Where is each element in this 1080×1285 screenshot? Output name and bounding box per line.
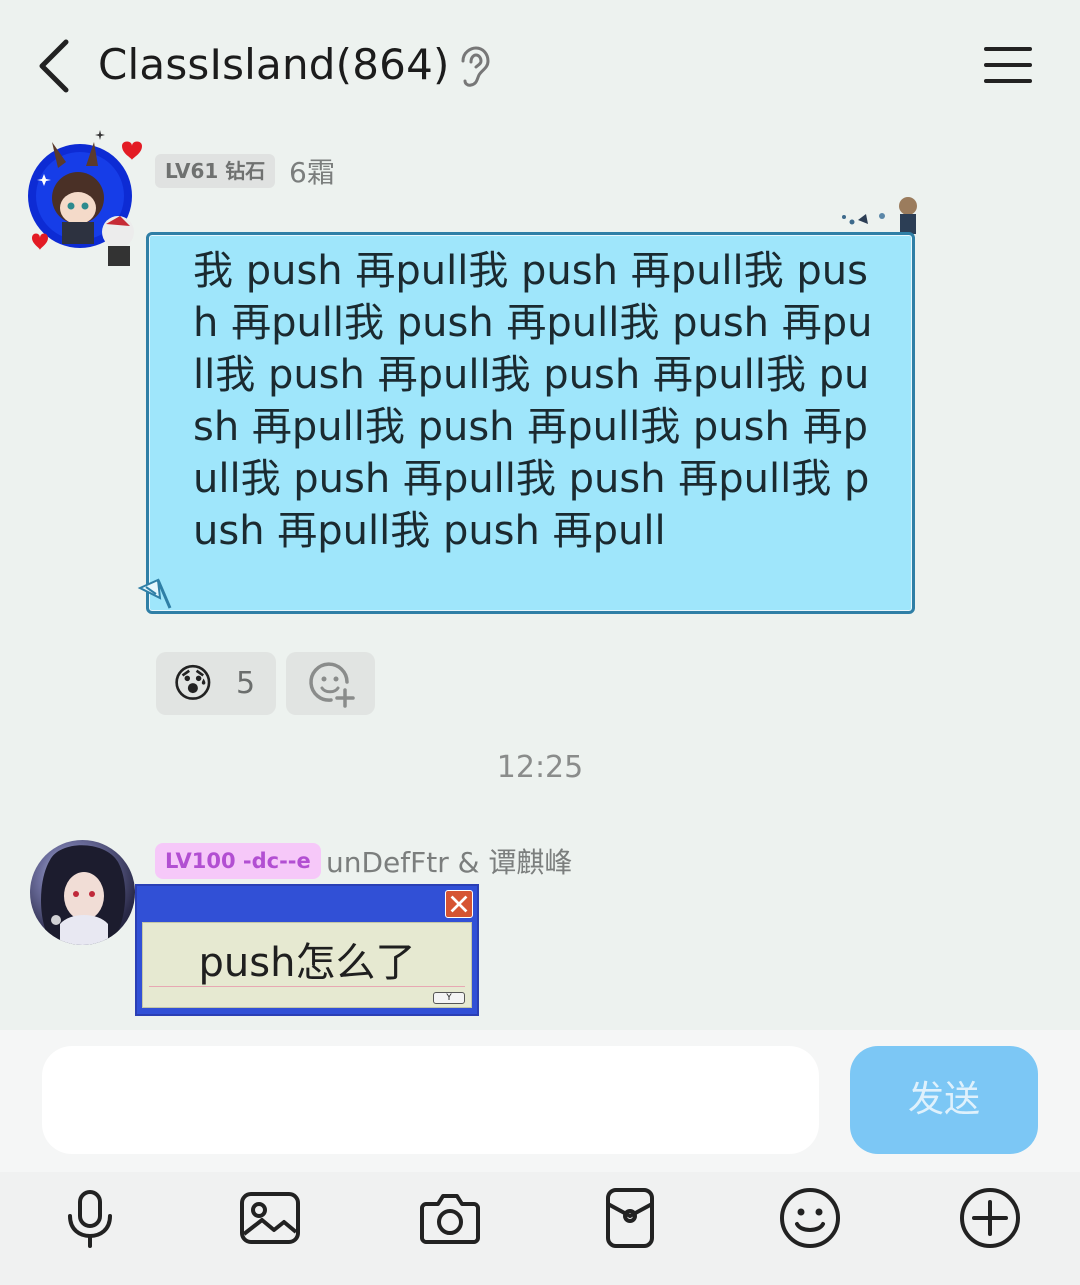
reaction-count: 5 — [236, 666, 256, 701]
level-badge: LV61 钻石 — [155, 154, 276, 188]
emoji-icon[interactable] — [778, 1186, 842, 1250]
reaction-chip[interactable]: 😰 5 — [156, 652, 276, 715]
add-reaction-button[interactable] — [286, 652, 375, 715]
flag-decoration-icon — [137, 578, 172, 609]
red-packet-icon[interactable] — [598, 1186, 662, 1250]
input-bar: 发送 — [0, 1030, 1080, 1172]
avatar-art-icon — [41, 845, 126, 945]
message-text: 我 push 再pull我 push 再pull我 push 再pull我 pu… — [193, 248, 873, 554]
avatar[interactable] — [30, 840, 135, 945]
menu-icon[interactable] — [984, 44, 1032, 86]
anxious-face-emoji-icon: 😰 — [172, 661, 214, 707]
sender-name[interactable]: 6霜 — [289, 154, 335, 192]
ear-icon[interactable] — [455, 46, 491, 88]
message-bubble[interactable]: push怎么了 Y — [135, 884, 479, 1016]
avatar[interactable] — [22, 128, 150, 268]
timestamp: 12:25 — [496, 750, 584, 785]
message-bubble[interactable]: 我 push 再pull我 push 再pull我 push 再pull我 pu… — [146, 232, 915, 614]
window-button: Y — [433, 992, 465, 1004]
microphone-icon[interactable] — [58, 1186, 122, 1250]
message-text: push怎么了 — [198, 940, 416, 986]
chat-header: ClassIsland(864) — [0, 0, 1080, 130]
sender-name[interactable]: unDefFtr & 谭麒峰 — [326, 845, 572, 881]
window-body: push怎么了 Y — [142, 922, 472, 1008]
level-badge: LV100 -dc--e — [155, 843, 321, 879]
close-icon — [445, 890, 473, 918]
chat-title: ClassIsland(864) — [98, 40, 450, 89]
image-icon[interactable] — [238, 1186, 302, 1250]
toolbar — [0, 1172, 1080, 1285]
message-input[interactable] — [42, 1046, 819, 1154]
back-arrow-icon[interactable] — [30, 36, 80, 96]
plus-icon[interactable] — [958, 1186, 1022, 1250]
add-emoji-icon — [309, 662, 355, 708]
send-button[interactable]: 发送 — [850, 1046, 1038, 1154]
camera-icon[interactable] — [418, 1186, 482, 1250]
divider — [149, 986, 465, 987]
